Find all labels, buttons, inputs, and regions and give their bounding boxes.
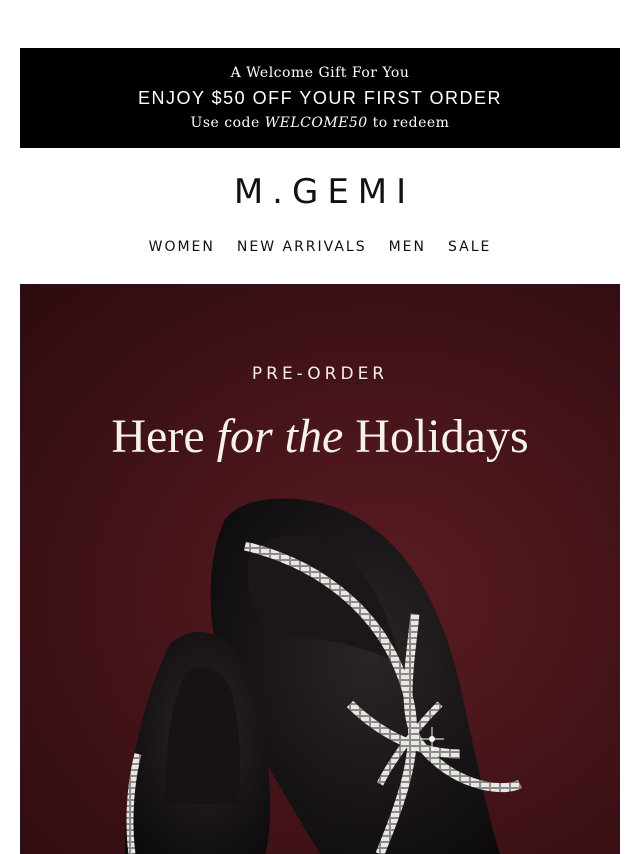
promo-welcome-text: A Welcome Gift For You xyxy=(230,65,410,81)
promo-code: WELCOME50 xyxy=(264,115,368,131)
nav-women[interactable]: WOMEN xyxy=(149,239,215,255)
promo-code-text: Use code WELCOME50 to redeem xyxy=(190,115,450,131)
hero-shoe-image xyxy=(125,498,523,854)
promo-banner[interactable]: A Welcome Gift For You ENJOY $50 OFF YOU… xyxy=(20,48,620,148)
brand-logo[interactable]: M.GEMI xyxy=(0,172,640,212)
main-nav: WOMEN NEW ARRIVALS MEN SALE xyxy=(0,236,640,255)
nav-sale[interactable]: SALE xyxy=(448,239,491,255)
nav-new-arrivals[interactable]: NEW ARRIVALS xyxy=(237,239,367,255)
nav-men[interactable]: MEN xyxy=(389,239,426,255)
hero-banner[interactable]: PRE-ORDER Here for the Holidays xyxy=(20,284,620,854)
promo-offer-text: ENJOY $50 OFF YOUR FIRST ORDER xyxy=(137,88,503,108)
